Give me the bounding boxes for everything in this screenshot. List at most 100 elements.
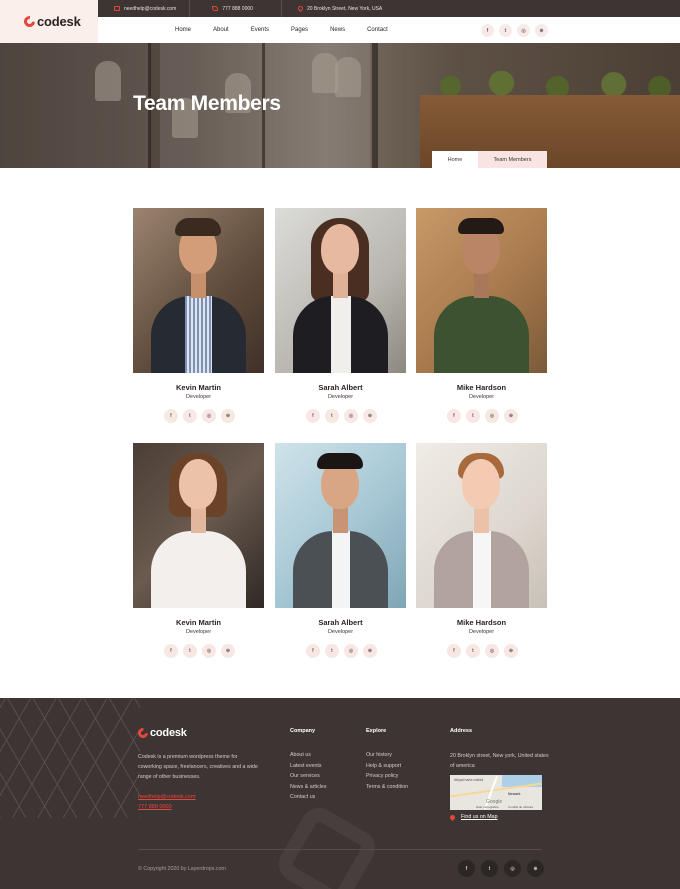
twitter-icon[interactable]: t [183,644,197,658]
facebook-icon[interactable]: f [447,409,461,423]
breadcrumb-current: Team Members [478,151,547,168]
topbar-email-text: needhelp@codesk.com [124,5,177,12]
instagram-icon[interactable]: ◎ [344,644,358,658]
instagram-icon[interactable]: ◎ [202,644,216,658]
footer-explore-heading: Explore [366,728,387,734]
instagram-icon[interactable]: ◎ [202,409,216,423]
team-card: Mike Hardson Developer f t ◎ ⊕ [416,443,547,665]
member-name: Mike Hardson [456,618,507,627]
nav-home[interactable]: Home [175,27,191,33]
nav-about[interactable]: About [213,27,229,33]
facebook-icon[interactable]: f [458,860,475,877]
member-name: Sarah Albert [318,618,363,627]
dribbble-icon[interactable]: ⊕ [363,644,377,658]
team-photo [416,443,547,608]
footer-link[interactable]: Privacy policy [366,771,408,782]
nav-news[interactable]: News [330,27,345,33]
team-card: Kevin Martin Developer f t ◎ ⊕ [133,443,264,665]
facebook-icon[interactable]: f [306,409,320,423]
hex-pattern-decoration [0,698,140,818]
team-photo [275,443,406,608]
dribbble-icon[interactable]: ⊕ [221,644,235,658]
team-card: Sarah Albert Developer f t ◎ ⊕ [275,208,406,430]
member-role: Developer [327,394,354,400]
footer-about-text: Codesk is a premium wordpress theme for … [138,754,258,780]
map-pin-icon [448,813,457,821]
nav-pages[interactable]: Pages [291,27,308,33]
topbar-phone[interactable]: 777 888 0000 [190,0,282,17]
location-map[interactable]: Afişați harta mărită Newark Google Date … [450,775,542,810]
facebook-icon[interactable]: f [164,644,178,658]
page-title: Team Members [133,92,281,115]
main-nav: Home About Events Pages News Contact f t… [98,17,680,43]
map-terms-link[interactable]: Condiții de utilizare [508,805,533,809]
dribbble-icon[interactable]: ⊕ [363,409,377,423]
member-social-links: f t ◎ ⊕ [447,409,523,423]
footer-link[interactable]: News & articles [290,782,327,793]
footer-logo[interactable]: codesk [135,725,187,741]
footer-link[interactable]: Our services [290,771,327,782]
member-role: Developer [327,629,354,635]
footer-link[interactable]: About us [290,750,327,761]
twitter-icon[interactable]: t [466,409,480,423]
twitter-icon[interactable]: t [183,409,197,423]
twitter-icon[interactable]: t [499,24,512,37]
dribbble-icon[interactable]: ⊕ [535,24,548,37]
dribbble-icon[interactable]: ⊕ [504,644,518,658]
footer-link[interactable]: Contact us [290,792,327,803]
mail-icon [114,6,120,11]
footer-phone-link[interactable]: 777 888 0000 [138,804,172,810]
twitter-icon[interactable]: t [325,644,339,658]
team-photo [133,443,264,608]
footer-link[interactable]: Help & support [366,761,408,772]
breadcrumb-home[interactable]: Home [432,151,478,168]
topbar-address: 20 Broklyn Street, New York, USA [282,0,395,17]
member-role: Developer [185,394,212,400]
copyright-text: © Copyright 2020 by Layerdrops.com [138,866,226,872]
facebook-icon[interactable]: f [306,644,320,658]
footer-email-link[interactable]: needhelp@codesk.com [138,794,196,800]
footer-link[interactable]: Latest events [290,761,327,772]
footer-address-text: 20 Broklyn street, New york, United stat… [450,753,549,769]
site-header: codesk needhelp@codesk.com 777 888 0000 … [0,0,680,43]
page-hero: Team Members [0,43,680,168]
twitter-icon[interactable]: t [466,644,480,658]
footer-divider [138,849,542,850]
footer-link[interactable]: Terms & condition [366,782,408,793]
map-place-label: Newark [508,792,521,796]
facebook-icon[interactable]: f [164,409,178,423]
member-social-links: f t ◎ ⊕ [306,409,382,423]
map-pin-icon [296,4,304,13]
hex-watermark-decoration [272,801,382,889]
facebook-icon[interactable]: f [447,644,461,658]
instagram-icon[interactable]: ◎ [517,24,530,37]
top-info-bar: needhelp@codesk.com 777 888 0000 20 Brok… [98,0,680,17]
member-role: Developer [185,629,212,635]
nav-events[interactable]: Events [251,27,269,33]
nav-contact[interactable]: Contact [367,27,388,33]
member-social-links: f t ◎ ⊕ [447,644,523,658]
instagram-icon[interactable]: ◎ [504,860,521,877]
twitter-icon[interactable]: t [481,860,498,877]
instagram-icon[interactable]: ◎ [485,644,499,658]
phone-icon [212,6,219,11]
instagram-icon[interactable]: ◎ [485,409,499,423]
instagram-icon[interactable]: ◎ [344,409,358,423]
find-on-map-link[interactable]: Find us on Map [448,813,498,821]
topbar-email[interactable]: needhelp@codesk.com [98,0,191,17]
footer-link[interactable]: Our history [366,750,408,761]
logo-text: codesk [37,14,81,29]
logo[interactable]: codesk [0,0,98,43]
dribbble-icon[interactable]: ⊕ [527,860,544,877]
dribbble-icon[interactable]: ⊕ [221,409,235,423]
map-enlarge-link[interactable]: Afişați harta mărită [454,778,483,782]
dribbble-icon[interactable]: ⊕ [504,409,518,423]
team-card: Sarah Albert Developer f t ◎ ⊕ [275,443,406,665]
footer-explore-column: Explore Our history Help & support Priva… [366,728,408,792]
footer-company-column: Company About us Latest events Our servi… [290,728,327,803]
facebook-icon[interactable]: f [481,24,494,37]
footer-logo-text: codesk [150,727,187,739]
twitter-icon[interactable]: t [325,409,339,423]
footer-company-heading: Company [290,728,316,734]
breadcrumb: Home Team Members [432,151,547,168]
